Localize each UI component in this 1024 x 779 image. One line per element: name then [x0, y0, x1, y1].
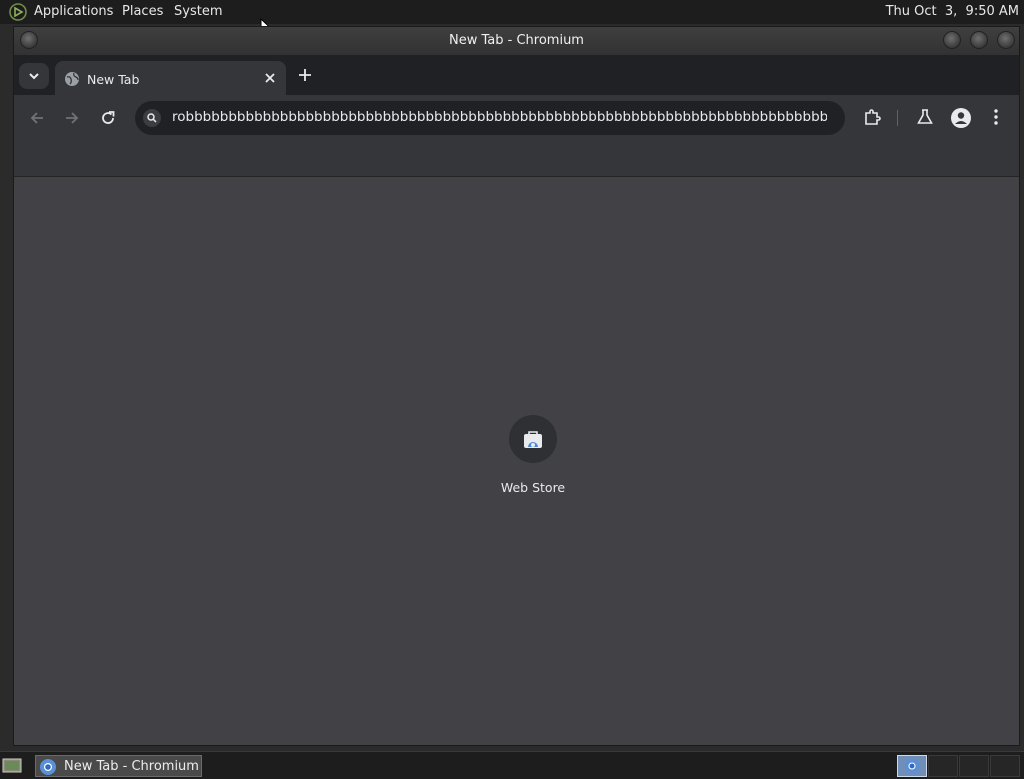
- address-text[interactable]: robbbbbbbbbbbbbbbbbbbbbbbbbbbbbbbbbbbbbb…: [172, 109, 827, 125]
- kebab-menu-icon[interactable]: [989, 107, 1003, 127]
- workspace-4[interactable]: [990, 755, 1020, 777]
- tab-new-tab[interactable]: New Tab: [55, 61, 286, 97]
- taskbar-item-chromium[interactable]: New Tab - Chromium: [35, 755, 202, 777]
- web-store-icon: [524, 431, 542, 448]
- arrow-left-icon[interactable]: [28, 109, 46, 127]
- search-icon: [143, 109, 161, 127]
- minimize-button[interactable]: [943, 31, 961, 49]
- distro-logo-icon[interactable]: [9, 3, 27, 21]
- plus-icon[interactable]: [297, 67, 313, 83]
- tab-title: New Tab: [87, 72, 140, 87]
- window-title: New Tab - Chromium: [449, 33, 584, 48]
- close-window-button[interactable]: [997, 31, 1015, 49]
- tab-strip: New Tab: [14, 55, 1019, 97]
- browser-toolbar: robbbbbbbbbbbbbbbbbbbbbbbbbbbbbbbbbbbbbb…: [14, 95, 1019, 141]
- shortcut-tile: [509, 415, 557, 463]
- arrow-right-icon[interactable]: [63, 109, 81, 127]
- applications-menu[interactable]: Applications: [34, 4, 113, 19]
- chevron-down-icon: [29, 73, 39, 80]
- shortcut-label: Web Store: [500, 480, 566, 495]
- chromium-icon: [40, 759, 56, 775]
- shortcut-web-store[interactable]: Web Store: [478, 415, 588, 505]
- browser-window: New Tab - Chromium New Tab robbbbbbbbbbb…: [13, 26, 1020, 746]
- clock[interactable]: Thu Oct 3, 9:50 AM: [886, 4, 1019, 19]
- show-desktop-icon[interactable]: [2, 757, 22, 774]
- toolbar-separator: [897, 110, 898, 126]
- flask-icon[interactable]: [915, 107, 935, 127]
- system-menu[interactable]: System: [174, 4, 222, 19]
- top-panel: Applications Places System Thu Oct 3, 9:…: [0, 0, 1024, 24]
- places-menu[interactable]: Places: [122, 4, 163, 19]
- globe-icon: [65, 72, 79, 86]
- bookmarks-bar: [14, 141, 1019, 177]
- avatar-icon[interactable]: [950, 107, 972, 129]
- workspace-2[interactable]: [928, 755, 958, 777]
- new-tab-page: Web Store: [14, 177, 1019, 745]
- workspace-3[interactable]: [959, 755, 989, 777]
- address-bar[interactable]: robbbbbbbbbbbbbbbbbbbbbbbbbbbbbbbbbbbbbb…: [135, 101, 845, 135]
- puzzle-icon[interactable]: [862, 107, 882, 127]
- maximize-button[interactable]: [970, 31, 988, 49]
- window-titlebar[interactable]: New Tab - Chromium: [14, 27, 1019, 55]
- close-icon[interactable]: [263, 71, 277, 85]
- chromium-icon: [904, 758, 920, 774]
- reload-icon[interactable]: [99, 109, 117, 127]
- tab-search-button[interactable]: [19, 63, 49, 89]
- bottom-panel: New Tab - Chromium: [0, 751, 1024, 779]
- workspace-1[interactable]: [897, 755, 927, 777]
- taskbar-item-label: New Tab - Chromium: [64, 759, 199, 774]
